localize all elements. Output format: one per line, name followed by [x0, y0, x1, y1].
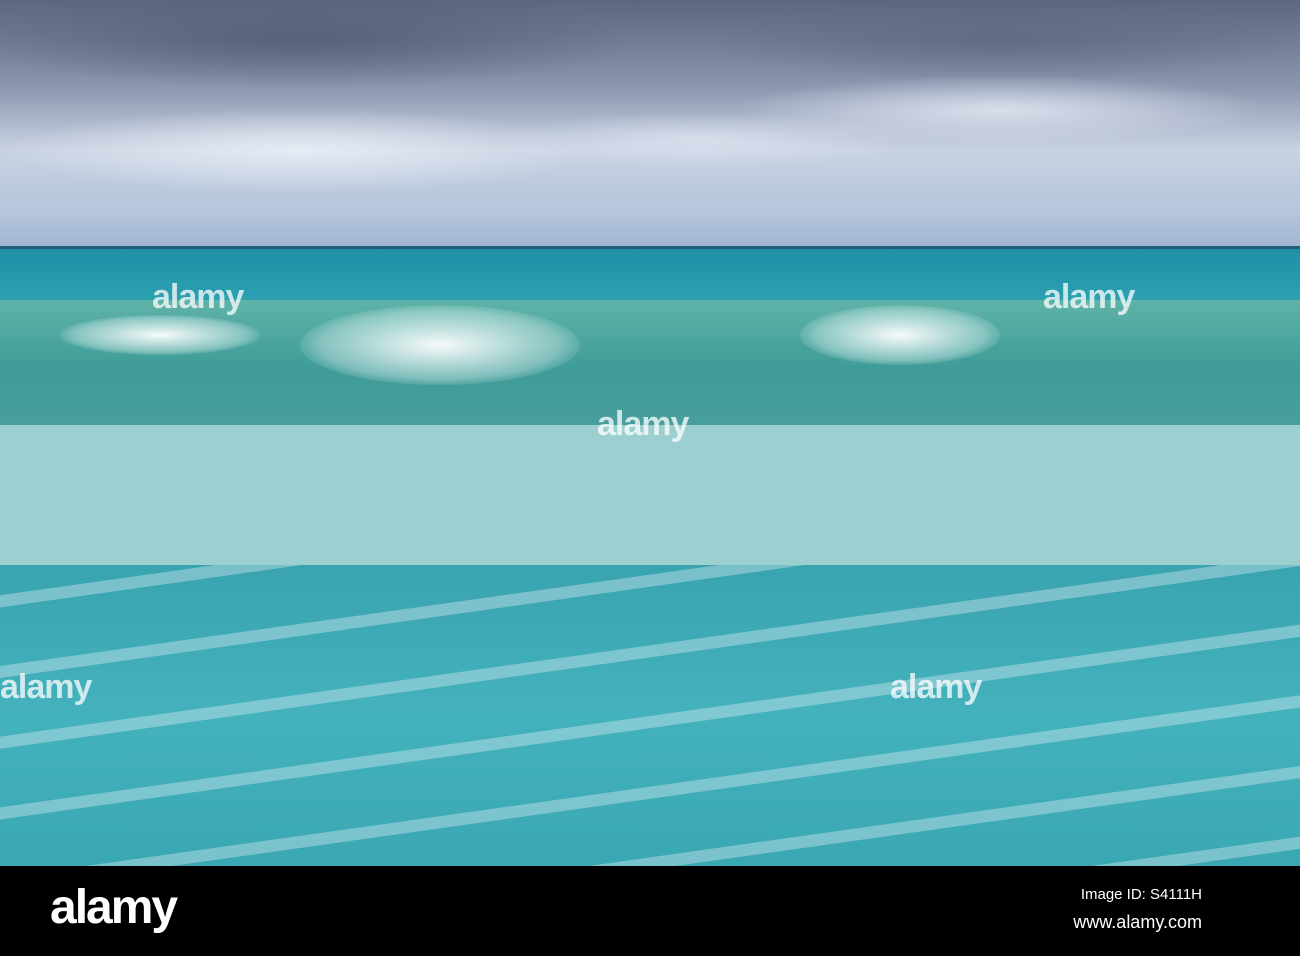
website-link[interactable]: www.alamy.com — [1073, 912, 1202, 933]
cloudy-sky — [0, 0, 1300, 250]
alamy-logo: alamy — [50, 881, 178, 934]
footer-bar: alamy Image ID: S4111H www.alamy.com — [0, 866, 1300, 956]
watermark: alamy — [890, 668, 982, 706]
shallow-water — [0, 565, 1300, 866]
watermark: alamy — [152, 278, 244, 316]
wave-crest-foam — [60, 315, 260, 355]
wave-crest-foam — [800, 305, 1000, 365]
wave-crest-foam — [300, 305, 580, 385]
watermark: alamy — [1043, 278, 1135, 316]
stock-photo: alamy alamy alamy alamy alamy — [0, 0, 1300, 866]
surf-foam — [0, 425, 1300, 570]
image-id: Image ID: S4111H — [1080, 886, 1202, 903]
watermark: alamy — [0, 668, 92, 706]
watermark: alamy — [597, 405, 689, 443]
